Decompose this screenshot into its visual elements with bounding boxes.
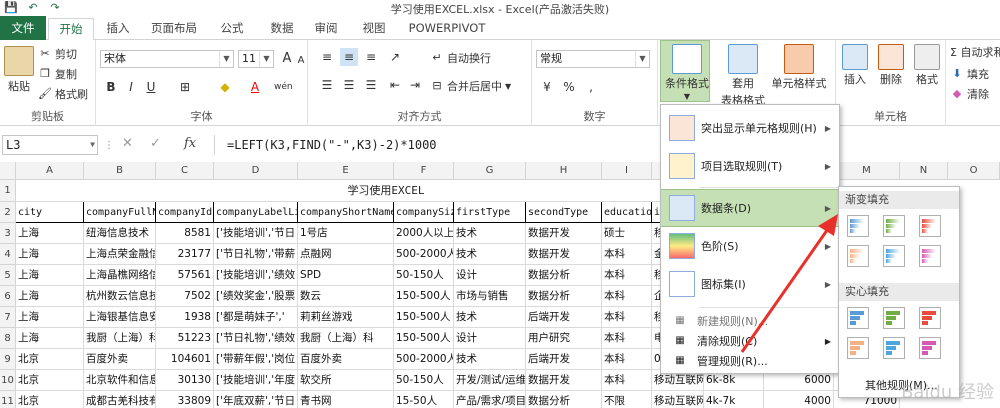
watermark: Baidu 经验 bbox=[901, 382, 994, 403]
annotation-arrow bbox=[740, 214, 838, 353]
arrow-shaft bbox=[740, 225, 832, 353]
arrow-head bbox=[818, 214, 838, 236]
